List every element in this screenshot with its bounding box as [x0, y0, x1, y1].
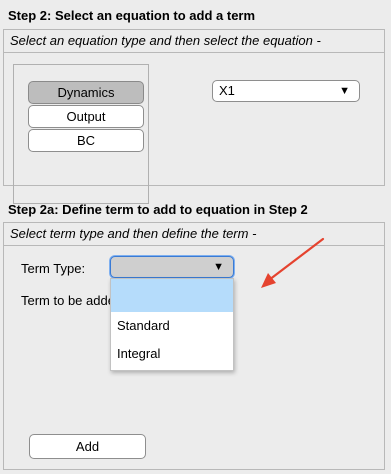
- bc-button[interactable]: BC: [28, 129, 144, 152]
- term-type-label: Term Type:: [21, 261, 86, 276]
- equation-type-button-group: Dynamics Output BC: [13, 64, 149, 204]
- dynamics-button[interactable]: Dynamics: [28, 81, 144, 104]
- step2a-heading: Step 2a: Define term to add to equation …: [8, 202, 308, 217]
- chevron-down-icon: ▼: [213, 261, 224, 273]
- term-type-dropdown-menu: Standard Integral: [110, 278, 234, 371]
- step2-subtitle: Select an equation type and then select …: [4, 30, 384, 53]
- dropdown-option-integral[interactable]: Integral: [111, 340, 233, 368]
- step2-heading: Step 2: Select an equation to add a term: [8, 8, 256, 23]
- equation-select-value: X1: [219, 83, 235, 98]
- output-button[interactable]: Output: [28, 105, 144, 128]
- dropdown-option-blank[interactable]: [111, 279, 233, 312]
- step2a-subtitle: Select term type and then define the ter…: [4, 223, 384, 246]
- dropdown-option-standard[interactable]: Standard: [111, 312, 233, 340]
- chevron-down-icon: ▼: [339, 85, 350, 97]
- add-button[interactable]: Add: [29, 434, 146, 459]
- annotation-arrow: [261, 237, 325, 288]
- step2-panel: Select an equation type and then select …: [3, 29, 385, 204]
- term-type-select[interactable]: ▼: [110, 256, 234, 278]
- term-to-be-added-label: Term to be adde: [21, 293, 115, 308]
- equation-select[interactable]: X1 ▼: [212, 80, 360, 102]
